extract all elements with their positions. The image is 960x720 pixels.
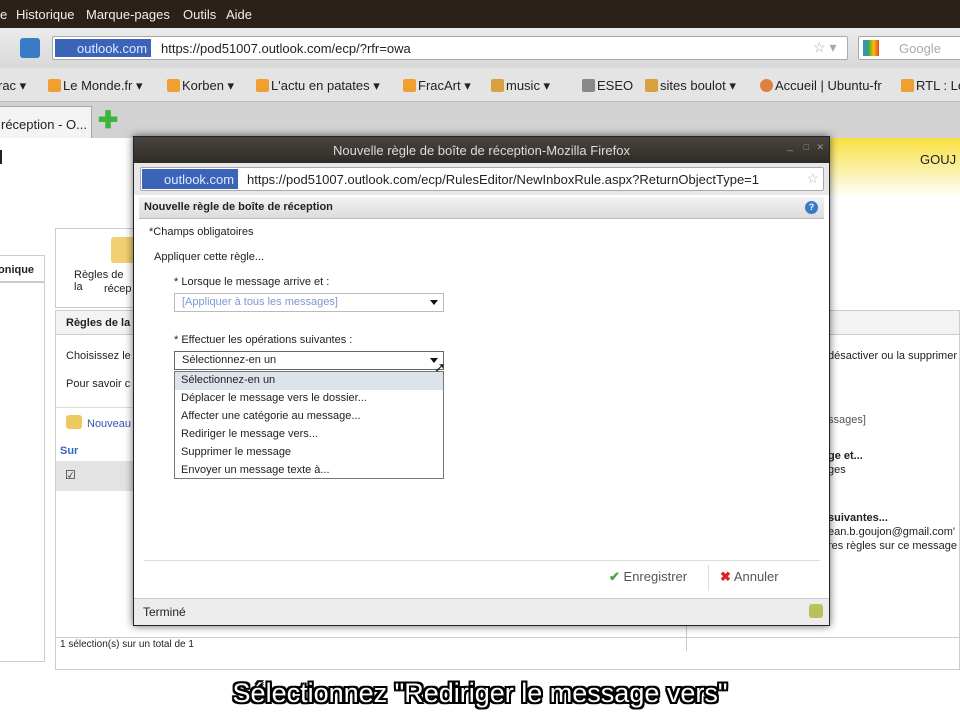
dialog-header: Nouvelle règle de boîte de réception ? — [139, 197, 824, 219]
ubuntu-icon — [760, 79, 773, 92]
close-button[interactable]: ✕ — [816, 142, 824, 153]
bookmark[interactable]: music ▾ — [491, 78, 550, 94]
minimize-button[interactable]: _ — [787, 141, 793, 152]
dialog-url-bar: outlook.com https://pod51007.outlook.com… — [134, 163, 829, 195]
tab-bar: réception - O... ✚ — [0, 102, 960, 138]
table-row[interactable]: ☑ — [56, 461, 136, 491]
action-select[interactable]: Sélectionnez-en un — [174, 351, 444, 370]
new-icon — [66, 415, 82, 429]
bookmark[interactable]: sites boulot ▾ — [645, 78, 736, 94]
bookmark[interactable]: RTL : Le — [901, 78, 960, 93]
navigation-toolbar: outlook.com https://pod51007.outlook.com… — [0, 28, 960, 68]
column-header-on[interactable]: Sur — [60, 445, 78, 457]
site-identity[interactable]: outlook.com — [55, 39, 152, 57]
bookmark-star-icon[interactable]: ☆ — [806, 170, 819, 187]
page-icon — [582, 79, 595, 92]
rss-icon — [48, 79, 61, 92]
action-label: * Effectuer les opérations suivantes : — [174, 334, 353, 346]
lock-icon — [809, 604, 823, 618]
menu-tools[interactable]: Outils — [183, 7, 216, 22]
option[interactable]: Envoyer un message texte à... — [175, 462, 443, 480]
status-text: Terminé — [143, 605, 186, 619]
menu-file[interactable]: e — [0, 7, 7, 22]
search-box[interactable]: Google — [858, 36, 960, 60]
dialog-status-bar: Terminé — [134, 598, 829, 625]
bookmark[interactable]: FracArt ▾ — [403, 78, 471, 94]
option[interactable]: Déplacer le message vers le dossier... — [175, 390, 443, 408]
bookmark[interactable]: ESEO — [582, 78, 633, 93]
dialog-titlebar[interactable]: Nouvelle règle de boîte de réception-Moz… — [134, 137, 829, 163]
rss-icon — [256, 79, 269, 92]
folder-icon — [645, 79, 658, 92]
option[interactable]: Rediriger le message vers... — [175, 426, 443, 444]
chevron-down-icon — [430, 300, 438, 305]
panel-title: Règles de la — [66, 317, 131, 329]
rss-icon — [167, 79, 180, 92]
apply-label: Appliquer cette règle... — [154, 251, 265, 263]
bookmark[interactable]: Korben ▾ — [167, 78, 234, 94]
sidebar-panel — [0, 282, 45, 662]
menu-bookmarks[interactable]: Marque-pages — [86, 7, 170, 22]
option[interactable]: Sélectionnez-en un — [175, 372, 443, 390]
new-tab-plus-icon[interactable]: ✚ — [98, 106, 118, 135]
check-icon: ✔ — [609, 569, 620, 584]
action-dropdown-list: Sélectionnez-en un Déplacer le message v… — [174, 371, 444, 479]
condition-select[interactable]: [Appliquer à tous les messages] — [174, 293, 444, 312]
rss-icon — [901, 79, 914, 92]
menu-bar: e Historique Marque-pages Outils Aide — [0, 0, 960, 28]
logo-fragment — [0, 150, 2, 164]
required-note: *Champs obligatoires — [149, 226, 254, 238]
dialog-url-field[interactable]: outlook.com https://pod51007.outlook.com… — [140, 167, 824, 191]
inbox-rules-tile[interactable]: Règles de la récep — [55, 228, 135, 308]
new-rule-button[interactable]: Nouveau — [87, 418, 131, 430]
rss-icon — [403, 79, 416, 92]
menu-help[interactable]: Aide — [226, 7, 252, 22]
url-text[interactable]: https://pod51007.outlook.com/ecp/?rfr=ow… — [161, 41, 411, 56]
url-text[interactable]: https://pod51007.outlook.com/ecp/RulesEd… — [247, 172, 759, 187]
video-subtitle: Sélectionnez "Rediriger le message vers" — [232, 678, 728, 708]
selection-status: 1 sélection(s) sur un total de 1 — [60, 639, 194, 650]
menu-history[interactable]: Historique — [16, 7, 75, 22]
site-identity[interactable]: outlook.com — [142, 169, 239, 189]
cancel-button[interactable]: ✖ Annuler — [720, 569, 779, 585]
home-icon[interactable] — [20, 38, 40, 58]
condition-label: * Lorsque le message arrive et : — [174, 276, 330, 288]
url-bar[interactable]: outlook.com https://pod51007.outlook.com… — [52, 36, 848, 60]
google-icon — [863, 40, 879, 56]
search-placeholder: Google — [899, 41, 941, 56]
bookmark-star-icon[interactable]: ☆ ▾ — [813, 39, 836, 56]
maximize-button[interactable]: □ — [804, 142, 809, 152]
checkbox-checked[interactable]: ☑ — [65, 468, 76, 482]
option[interactable]: Supprimer le message — [175, 444, 443, 462]
help-icon[interactable]: ? — [805, 201, 818, 214]
option[interactable]: Affecter une catégorie au message... — [175, 408, 443, 426]
new-rule-dialog: Nouvelle règle de boîte de réception-Moz… — [133, 136, 830, 626]
sidebar-item-selected[interactable]: onique — [0, 255, 45, 282]
bookmark[interactable]: Le Monde.fr ▾ — [48, 78, 143, 94]
tab-active[interactable]: réception - O... — [0, 106, 92, 138]
save-button[interactable]: ✔ Enregistrer — [609, 569, 687, 585]
bookmarks-toolbar: rac ▾ Le Monde.fr ▾ Korben ▾ L'actu en p… — [0, 68, 960, 102]
x-icon: ✖ — [720, 569, 731, 584]
bookmark[interactable]: rac ▾ — [0, 78, 26, 94]
mouse-cursor-icon: ➚ — [434, 359, 446, 375]
dialog-title: Nouvelle règle de boîte de réception-Moz… — [333, 143, 630, 158]
folder-icon — [111, 237, 135, 263]
folder-icon — [491, 79, 504, 92]
bookmark[interactable]: Accueil | Ubuntu-fr — [760, 78, 882, 93]
bookmark[interactable]: L'actu en patates ▾ — [256, 78, 380, 94]
user-name: GOUJ — [920, 152, 957, 167]
